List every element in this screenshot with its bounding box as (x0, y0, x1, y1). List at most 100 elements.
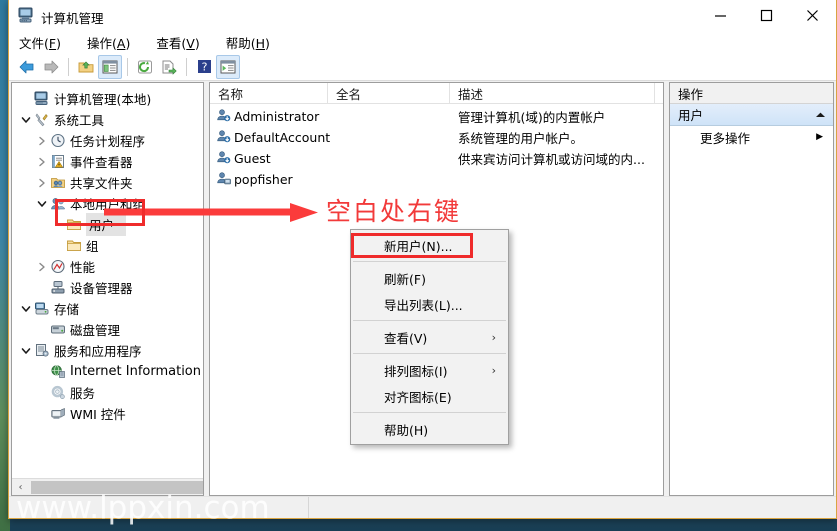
row-name-cell: Administrator (210, 108, 328, 125)
twisty-expanded-icon[interactable] (18, 112, 34, 128)
context-menu-item-help[interactable]: 帮助(H) (351, 416, 508, 442)
context-menu-separator (353, 261, 506, 262)
refresh-icon[interactable] (133, 55, 157, 79)
tree-item-groups[interactable]: 组 (12, 235, 203, 256)
maximize-button[interactable] (743, 0, 789, 30)
twisty-placeholder (34, 406, 50, 422)
show-hide-tree-icon[interactable] (98, 54, 122, 79)
user-account-icon (216, 150, 231, 167)
twisty-expanded-icon[interactable] (18, 343, 34, 359)
event-viewer-icon (50, 154, 66, 170)
scroll-thumb[interactable] (31, 480, 203, 494)
table-row[interactable]: Guest 供来宾访问计算机或访问域的内... (210, 148, 663, 169)
tree-item-services-and-applications[interactable]: 服务和应用程序 (12, 340, 203, 361)
tree-horizontal-scrollbar[interactable]: ‹ › (12, 478, 203, 495)
help-icon[interactable]: ? (192, 55, 216, 79)
shared-folders-icon (50, 175, 66, 191)
menu-action[interactable]: 操作(A) (85, 32, 132, 53)
services-apps-icon (34, 343, 50, 359)
tree-item-shared-folders[interactable]: 共享文件夹 (12, 172, 203, 193)
scroll-left-arrow-icon[interactable]: ‹ (12, 480, 29, 495)
twisty-expanded-icon[interactable] (34, 196, 50, 212)
submenu-chevron-icon: › (491, 363, 496, 377)
window-title: 计算机管理 (41, 11, 104, 26)
iis-icon (50, 364, 66, 380)
row-description-cell: 系统管理的用户帐户。 (458, 131, 584, 146)
tree-item-computer-management[interactable]: 计算机管理(本地) (12, 88, 203, 109)
action-more-actions[interactable]: 更多操作 ▶ (670, 126, 833, 148)
context-menu-item-new-user[interactable]: 新用户(N)... (351, 232, 508, 258)
close-button[interactable] (789, 0, 835, 30)
back-arrow-icon[interactable] (15, 55, 39, 79)
actions-group-label: 用户 (678, 108, 704, 123)
status-bar-right (309, 497, 836, 518)
menu-help-accel: H (255, 35, 266, 51)
twisty-collapsed-icon[interactable] (34, 175, 50, 191)
system-tools-icon (34, 112, 50, 128)
tree-item-label: 事件查看器 (70, 155, 133, 170)
user-local-icon (216, 171, 231, 188)
chevron-up-icon[interactable] (815, 107, 826, 122)
column-header-extra[interactable] (655, 83, 663, 103)
twisty-collapsed-icon[interactable] (34, 259, 50, 275)
twisty-expanded-icon[interactable] (18, 301, 34, 317)
folder-icon (66, 238, 82, 254)
twisty-placeholder (50, 238, 66, 254)
context-menu-item-label: 刷新(F) (384, 271, 426, 287)
tree-item-services[interactable]: 服务 (12, 382, 203, 403)
tree-item-disk-management[interactable]: 磁盘管理 (12, 319, 203, 340)
device-manager-icon (50, 280, 66, 296)
column-header-fullname[interactable]: 全名 (328, 83, 450, 103)
toolbar-separator (186, 57, 187, 76)
svg-text:?: ? (201, 61, 207, 74)
table-row[interactable]: popfisher (210, 169, 663, 190)
menu-help-label: 帮助 (225, 35, 251, 51)
row-name-cell: popfisher (210, 171, 328, 188)
twisty-placeholder (34, 364, 50, 380)
row-description-cell: 供来宾访问计算机或访问域的内... (458, 152, 645, 167)
context-menu-item-arrange-icons[interactable]: 排列图标(I) › (351, 357, 508, 383)
tree-item-system-tools[interactable]: 系统工具 (12, 109, 203, 130)
menu-file[interactable]: 文件(F) (17, 32, 63, 53)
column-header-description[interactable]: 描述 (450, 83, 655, 103)
context-menu-item-refresh[interactable]: 刷新(F) (351, 265, 508, 291)
context-menu-item-align-icons[interactable]: 对齐图标(E) (351, 383, 508, 409)
tree-item-label: WMI 控件 (70, 407, 126, 422)
tree-item-label: 组 (86, 239, 99, 254)
actions-group-users[interactable]: 用户 (670, 104, 833, 126)
context-menu-item-label: 导出列表(L)... (384, 297, 463, 313)
up-folder-icon[interactable] (74, 55, 98, 79)
tree-item-event-viewer[interactable]: 事件查看器 (12, 151, 203, 172)
tree-item-label: 存储 (54, 302, 80, 317)
tree-item-storage[interactable]: 存储 (12, 298, 203, 319)
row-name-text: Administrator (234, 109, 320, 124)
minimize-button[interactable] (697, 0, 743, 30)
menu-view[interactable]: 查看(V) (154, 32, 201, 53)
tree-item-performance[interactable]: 性能 (12, 256, 203, 277)
tree-item-wmi-control[interactable]: WMI 控件 (12, 403, 203, 424)
context-menu-item-label: 对齐图标(E) (384, 389, 452, 405)
tree-item-task-scheduler[interactable]: 任务计划程序 (12, 130, 203, 151)
tree-item-internet-information-services[interactable]: Internet Information S (12, 361, 203, 382)
twisty-collapsed-icon[interactable] (34, 154, 50, 170)
twisty-collapsed-icon[interactable] (34, 133, 50, 149)
column-header-name[interactable]: 名称 (210, 83, 328, 103)
local-users-groups-icon (50, 196, 66, 212)
show-action-pane-icon[interactable] (216, 54, 240, 79)
table-row[interactable]: Administrator 管理计算机(域)的内置帐户 (210, 106, 663, 127)
table-row[interactable]: DefaultAccount 系统管理的用户帐户。 (210, 127, 663, 148)
user-account-icon (216, 108, 231, 125)
toolbar: ? (9, 53, 836, 81)
forward-arrow-icon[interactable] (39, 55, 63, 79)
tree-item-device-manager[interactable]: 设备管理器 (12, 277, 203, 298)
context-menu-item-export-list[interactable]: 导出列表(L)... (351, 291, 508, 317)
scroll-track[interactable] (29, 479, 203, 495)
context-menu: 新用户(N)... 刷新(F) 导出列表(L)... 查看(V) › 排列图标(… (350, 229, 509, 445)
context-menu-separator (353, 353, 506, 354)
submenu-chevron-icon: › (491, 330, 496, 344)
context-menu-item-view[interactable]: 查看(V) › (351, 324, 508, 350)
action-item-label: 更多操作 (700, 130, 751, 146)
tree-item-label: 共享文件夹 (70, 176, 133, 191)
menu-help[interactable]: 帮助(H) (224, 32, 272, 53)
export-list-icon[interactable] (157, 55, 181, 79)
